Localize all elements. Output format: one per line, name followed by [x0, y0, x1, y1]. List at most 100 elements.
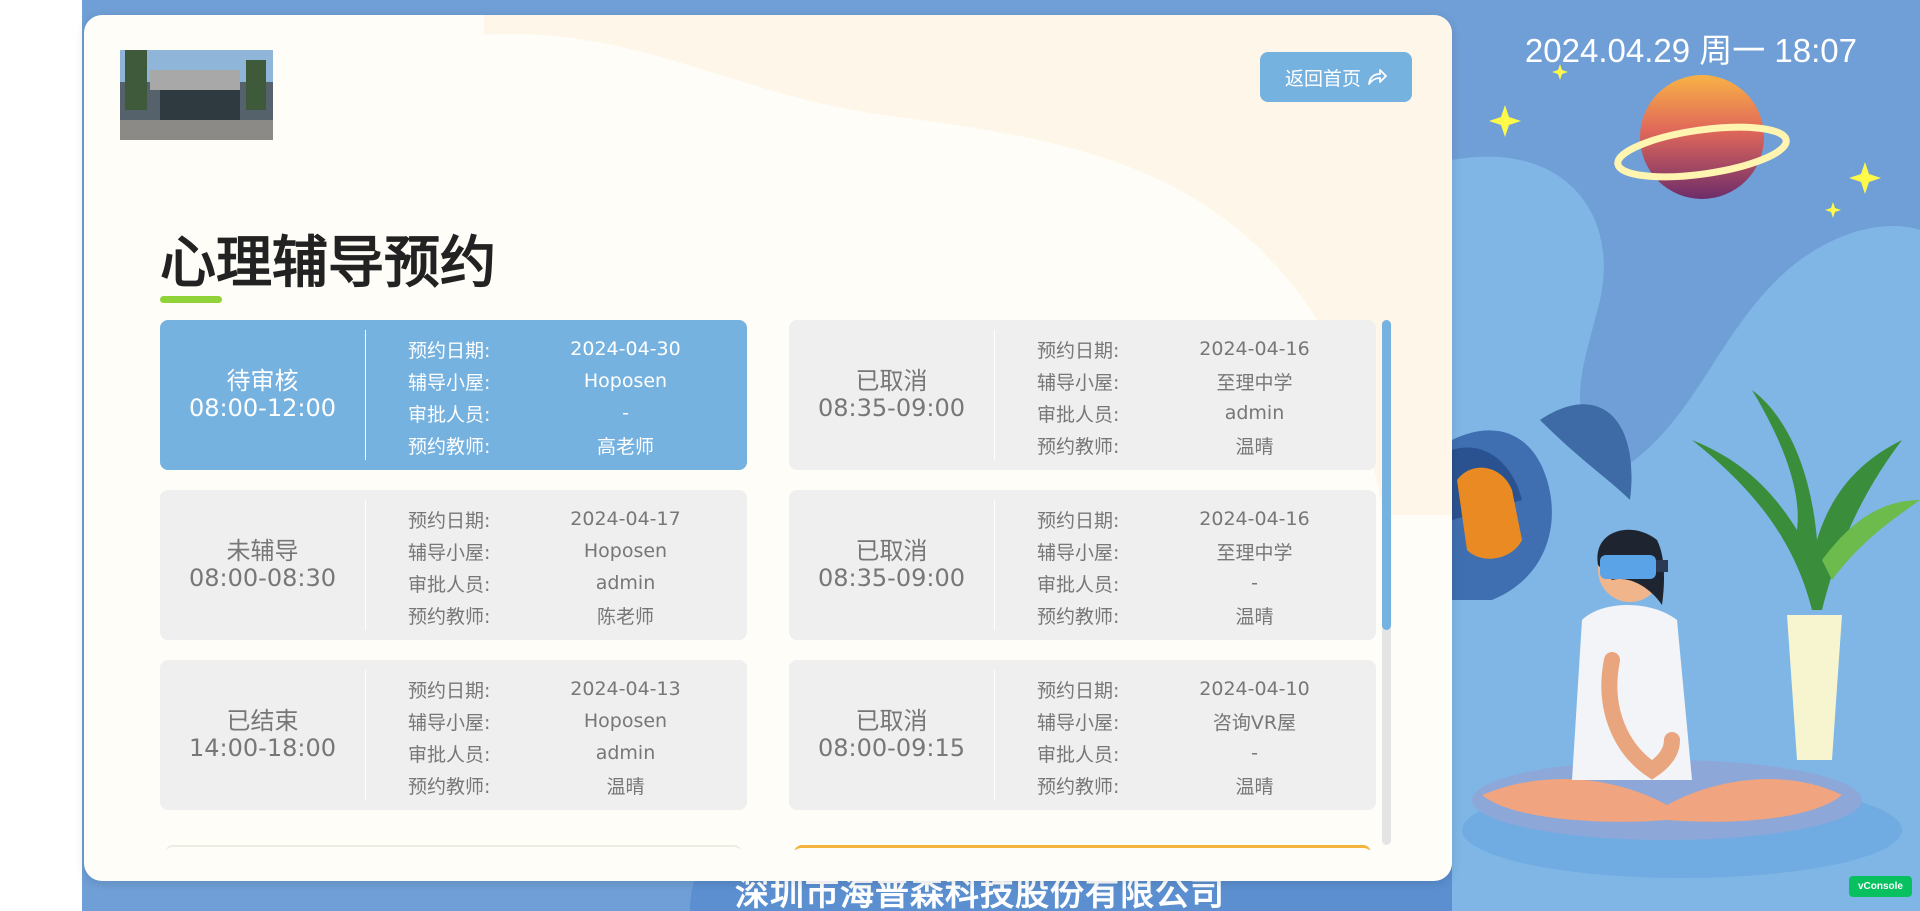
- approver-label: 审批人员:: [408, 573, 491, 596]
- date-label: 预约日期:: [408, 339, 491, 362]
- appointment-details: 预约日期: 2024-04-17 辅导小屋: Hoposen 审批人员: admin …: [408, 503, 728, 631]
- date-value: 2024-04-16: [1199, 508, 1310, 530]
- date-value: 2024-04-13: [570, 678, 681, 700]
- return-home-label: 返回首页: [1284, 67, 1361, 90]
- appointment-time: 14:00-18:00: [189, 734, 336, 762]
- approver-label: 审批人员:: [1037, 403, 1120, 426]
- approver-value: admin: [595, 742, 656, 764]
- approver-value: admin: [1224, 402, 1285, 424]
- appointment-status: 已结束: [226, 707, 299, 735]
- title-underline: [160, 296, 222, 303]
- teacher-value: 温晴: [1235, 435, 1274, 458]
- room-label: 辅导小屋:: [408, 711, 491, 734]
- page: 2024.04.29 周一 18:07 深圳市海普森科技股份有限公司 返回首页 …: [0, 0, 1920, 911]
- teacher-value: 陈老师: [596, 605, 654, 628]
- date-value: 2024-04-17: [570, 508, 681, 530]
- date-value: 2024-04-16: [1199, 338, 1310, 360]
- appointment-item[interactable]: 未辅导 08:00-08:30 预约日期: 2024-04-17 辅导小屋: Hop…: [160, 490, 747, 640]
- appointment-list[interactable]: 待审核 08:00-12:00 预约日期: 2024-04-30 辅导小屋: Hop…: [160, 320, 1390, 850]
- appointment-details: 预约日期: 2024-04-16 辅导小屋: 至理中学 审批人员: admin 预约教…: [1037, 333, 1357, 461]
- divider: [365, 500, 366, 630]
- page-title: 心理辅导预约: [160, 231, 496, 296]
- room-value: Hoposen: [583, 540, 668, 562]
- appointment-status-block: 已结束 14:00-18:00: [160, 660, 365, 810]
- approver-label: 审批人员:: [408, 403, 491, 426]
- appointment-status-block: 已取消 08:35-09:00: [789, 320, 994, 470]
- date-label: 预约日期:: [408, 509, 491, 532]
- approver-value: -: [1251, 572, 1258, 594]
- appointment-item-peek[interactable]: [794, 845, 1371, 850]
- appointment-item[interactable]: 待审核 08:00-12:00 预约日期: 2024-04-30 辅导小屋: Hop…: [160, 320, 747, 470]
- room-label: 辅导小屋:: [1037, 541, 1120, 564]
- approver-value: admin: [595, 572, 656, 594]
- appointment-details: 预约日期: 2024-04-16 辅导小屋: 至理中学 审批人员: - 预约教师: 温晴: [1037, 503, 1357, 631]
- room-value: 咨询VR屋: [1212, 711, 1297, 734]
- meditation-illustration: [1452, 64, 1920, 878]
- appointment-item[interactable]: 已取消 08:00-09:15 预约日期: 2024-04-10 辅导小屋: 咨询V…: [789, 660, 1376, 810]
- appointment-status: 未辅导: [226, 537, 299, 565]
- vconsole-button[interactable]: vConsole: [1848, 876, 1912, 897]
- divider: [994, 330, 995, 460]
- room-label: 辅导小屋:: [408, 541, 491, 564]
- approver-value: -: [1251, 742, 1258, 764]
- star-icon: [1849, 162, 1881, 194]
- approver-label: 审批人员:: [408, 743, 491, 766]
- teacher-label: 预约教师:: [408, 435, 491, 458]
- approver-value: -: [622, 402, 629, 424]
- room-label: 辅导小屋:: [1037, 711, 1120, 734]
- date-value: 2024-04-10: [1199, 678, 1310, 700]
- appointment-status-block: 未辅导 08:00-08:30: [160, 490, 365, 640]
- return-home-button[interactable]: 返回首页: [1260, 52, 1412, 102]
- appointment-time: 08:00-12:00: [189, 394, 336, 422]
- appointment-status-block: 已取消 08:00-09:15: [789, 660, 994, 810]
- room-value: Hoposen: [583, 710, 668, 732]
- appointment-details: 预约日期: 2024-04-30 辅导小屋: Hoposen 审批人员: - 预约教师…: [408, 333, 728, 461]
- star-icon: [1489, 105, 1521, 137]
- teacher-value: 温晴: [1235, 605, 1274, 628]
- appointment-item[interactable]: 已取消 08:35-09:00 预约日期: 2024-04-16 辅导小屋: 至理中…: [789, 320, 1376, 470]
- room-label: 辅导小屋:: [1037, 371, 1120, 394]
- date-label: 预约日期:: [1037, 339, 1120, 362]
- date-value: 2024-04-30: [570, 338, 681, 360]
- date-label: 预约日期:: [1037, 509, 1120, 532]
- appointment-status: 待审核: [226, 367, 299, 395]
- appointment-details: 预约日期: 2024-04-13 辅导小屋: Hoposen 审批人员: admin …: [408, 673, 728, 801]
- share-arrow-icon: [1368, 69, 1387, 85]
- appointment-details: 预约日期: 2024-04-10 辅导小屋: 咨询VR屋 审批人员: - 预约教师: 温…: [1037, 673, 1357, 801]
- vr-headset-icon: [1600, 555, 1656, 579]
- appointment-item[interactable]: 已结束 14:00-18:00 预约日期: 2024-04-13 辅导小屋: Hop…: [160, 660, 747, 810]
- approver-label: 审批人员:: [1037, 743, 1120, 766]
- date-label: 预约日期:: [408, 679, 491, 702]
- appointment-status: 已取消: [855, 707, 928, 735]
- school-logo-image: [120, 50, 273, 140]
- teacher-label: 预约教师:: [408, 605, 491, 628]
- teacher-label: 预约教师:: [1037, 605, 1120, 628]
- room-label: 辅导小屋:: [408, 371, 491, 394]
- teacher-value: 温晴: [1235, 775, 1274, 798]
- divider: [365, 330, 366, 460]
- appointment-item-peek[interactable]: [165, 845, 742, 850]
- room-value: Hoposen: [583, 370, 668, 392]
- scrollbar-thumb[interactable]: [1382, 320, 1391, 630]
- date-label: 预约日期:: [1037, 679, 1120, 702]
- teacher-value: 高老师: [596, 435, 654, 458]
- divider: [365, 670, 366, 800]
- appointment-time: 08:35-09:00: [818, 394, 965, 422]
- teacher-label: 预约教师:: [408, 775, 491, 798]
- room-value: 至理中学: [1216, 371, 1293, 394]
- teacher-label: 预约教师:: [1037, 775, 1120, 798]
- divider: [994, 670, 995, 800]
- appointment-time: 08:00-08:30: [189, 564, 336, 592]
- star-icon: [1552, 64, 1568, 80]
- appointment-status-block: 已取消 08:35-09:00: [789, 490, 994, 640]
- list-scrollbar[interactable]: [1382, 320, 1391, 845]
- appointment-time: 08:35-09:00: [818, 564, 965, 592]
- divider: [994, 500, 995, 630]
- room-value: 至理中学: [1216, 541, 1293, 564]
- teacher-label: 预约教师:: [1037, 435, 1120, 458]
- appointment-item[interactable]: 已取消 08:35-09:00 预约日期: 2024-04-16 辅导小屋: 至理中…: [789, 490, 1376, 640]
- appointment-status: 已取消: [855, 367, 928, 395]
- teacher-value: 温晴: [606, 775, 645, 798]
- appointment-status-block: 待审核 08:00-12:00: [160, 320, 365, 470]
- star-icon: [1825, 202, 1841, 218]
